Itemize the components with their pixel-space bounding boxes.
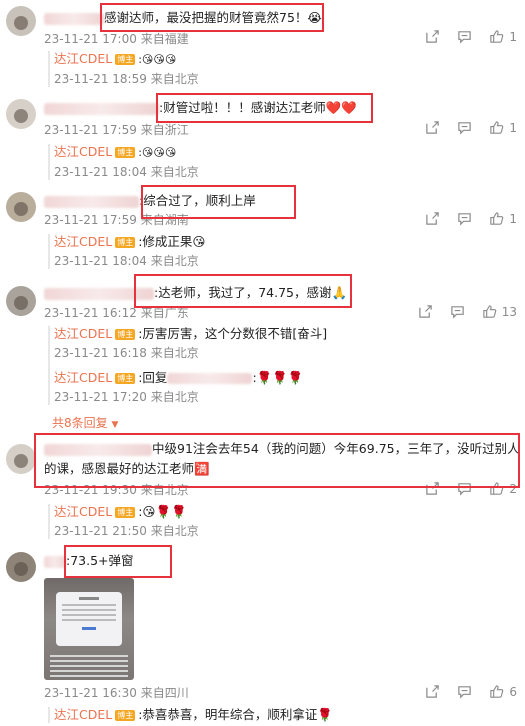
like-icon [490, 30, 504, 43]
reply-meta: 23-11-21 21:50 来自北京 [54, 524, 199, 538]
author-badge: 博主 [115, 507, 136, 518]
share-icon [426, 121, 440, 134]
share-icon [418, 305, 432, 318]
like-count: 1 [509, 29, 517, 44]
reply-text: 达江CDEL 博主:😘🌹🌹 [54, 504, 187, 519]
share-icon [426, 685, 440, 698]
comment-icon [458, 122, 472, 135]
more-replies-link[interactable]: 共8条回复 ▼ [52, 414, 118, 431]
highlight-box [134, 274, 352, 308]
username-blurred[interactable] [44, 12, 104, 25]
like-button[interactable]: 1 [489, 29, 517, 44]
comment-actions: 13 [418, 304, 517, 319]
like-button[interactable]: 13 [482, 304, 517, 319]
reply-text: 达江CDEL 博主:恭喜恭喜，明年综合，顺利拿证🌹 [54, 707, 333, 722]
share-button[interactable] [418, 304, 433, 319]
author-badge: 博主 [115, 54, 136, 65]
share-icon [426, 30, 440, 43]
share-button[interactable] [425, 29, 440, 44]
author-badge: 博主 [115, 710, 136, 721]
reply-text: 达江CDEL 博主:😘😘😘 [54, 51, 177, 66]
share-button[interactable] [425, 684, 440, 699]
reply-author[interactable]: 达江CDEL [54, 504, 112, 519]
highlight-box [156, 93, 373, 123]
reply-text: 达江CDEL 博主:修成正果😘 [54, 234, 206, 249]
reply-text: 达江CDEL 博主:厉害厉害，这个分数很不错[奋斗] [54, 326, 328, 341]
reply-meta: 23-11-21 18:59 来自北京 [54, 72, 199, 86]
comment-icon [458, 31, 472, 44]
comment-actions: 1 [425, 120, 517, 135]
comment-actions: 1 [425, 29, 517, 44]
reply-block: 达江CDEL 博主:😘😘😘 23-11-21 18:04 来自北京 [48, 144, 508, 180]
username-blurred[interactable] [44, 195, 139, 208]
reply-author[interactable]: 达江CDEL [54, 144, 112, 159]
like-count: 6 [509, 684, 517, 699]
comment-icon [458, 686, 472, 699]
like-icon [490, 121, 504, 134]
share-button[interactable] [425, 211, 440, 226]
highlight-box [141, 185, 296, 219]
reply-author[interactable]: 达江CDEL [54, 234, 112, 249]
username-blurred[interactable] [167, 373, 253, 384]
comment-icon [450, 306, 464, 319]
reply-block: 达江CDEL 博主:😘🌹🌹 23-11-21 21:50 来自北京 [48, 504, 508, 539]
highlight-box [100, 3, 324, 32]
author-badge: 博主 [115, 329, 136, 340]
avatar[interactable] [6, 444, 36, 474]
reply-text: 达江CDEL 博主:回复:🌹🌹🌹 [54, 370, 304, 385]
attached-screenshot-thumbnail[interactable] [44, 578, 134, 680]
like-count: 1 [509, 211, 517, 226]
like-icon [490, 212, 504, 225]
like-button[interactable]: 1 [489, 211, 517, 226]
reply-text: 达江CDEL 博主:😘😘😘 [54, 144, 177, 159]
reply-block: 达江CDEL 博主:恭喜恭喜，明年综合，顺利拿证🌹 [48, 707, 508, 723]
reply-block: 达江CDEL 博主:厉害厉害，这个分数很不错[奋斗] 23-11-21 16:18… [48, 326, 508, 405]
avatar[interactable] [6, 286, 36, 316]
comment-button[interactable] [457, 211, 472, 226]
username-blurred[interactable] [44, 555, 66, 568]
chevron-down-icon: ▼ [111, 420, 119, 430]
reply-author[interactable]: 达江CDEL [54, 707, 112, 722]
like-icon [490, 685, 504, 698]
avatar[interactable] [6, 6, 36, 36]
share-icon [426, 212, 440, 225]
like-count: 13 [501, 304, 517, 319]
reply-meta: 23-11-21 18:04 来自北京 [54, 254, 199, 268]
comment-button[interactable] [457, 29, 472, 44]
comment-actions: 6 [425, 684, 517, 699]
like-button[interactable]: 6 [489, 684, 517, 699]
avatar[interactable] [6, 192, 36, 222]
comment-icon [458, 213, 472, 226]
reply-block: 达江CDEL 博主:😘😘😘 23-11-21 18:59 来自北京 [48, 51, 508, 87]
share-button[interactable] [425, 120, 440, 135]
comment-button[interactable] [457, 120, 472, 135]
comment-meta: 23-11-21 17:00 来自福建 [44, 32, 189, 46]
reply-author[interactable]: 达江CDEL [54, 51, 112, 66]
author-badge: 博主 [115, 237, 136, 248]
comment-button[interactable] [457, 684, 472, 699]
popup-dialog-image [56, 592, 122, 646]
like-button[interactable]: 1 [489, 120, 517, 135]
reply-author[interactable]: 达江CDEL [54, 326, 112, 341]
reply-block: 达江CDEL 博主:修成正果😘 23-11-21 18:04 来自北京 [48, 234, 508, 269]
username-blurred[interactable] [44, 102, 159, 115]
comment-meta: 23-11-21 16:30 来自四川 [44, 686, 189, 700]
comment-actions: 1 [425, 211, 517, 226]
reply-author[interactable]: 达江CDEL [54, 370, 112, 385]
reply-meta: 23-11-21 17:20 来自北京 [54, 390, 199, 404]
reply-meta: 23-11-21 16:18 来自北京 [54, 346, 199, 360]
avatar[interactable] [6, 552, 36, 582]
reply-meta: 23-11-21 18:04 来自北京 [54, 165, 199, 179]
image-list-rows [50, 652, 128, 680]
comment-meta: 23-11-21 17:59 来自浙江 [44, 123, 189, 137]
author-badge: 博主 [115, 147, 136, 158]
like-icon [483, 305, 497, 318]
highlight-box [34, 433, 520, 488]
like-count: 1 [509, 120, 517, 135]
comment-button[interactable] [450, 304, 465, 319]
avatar[interactable] [6, 99, 36, 129]
highlight-box [64, 545, 172, 578]
author-badge: 博主 [115, 373, 136, 384]
